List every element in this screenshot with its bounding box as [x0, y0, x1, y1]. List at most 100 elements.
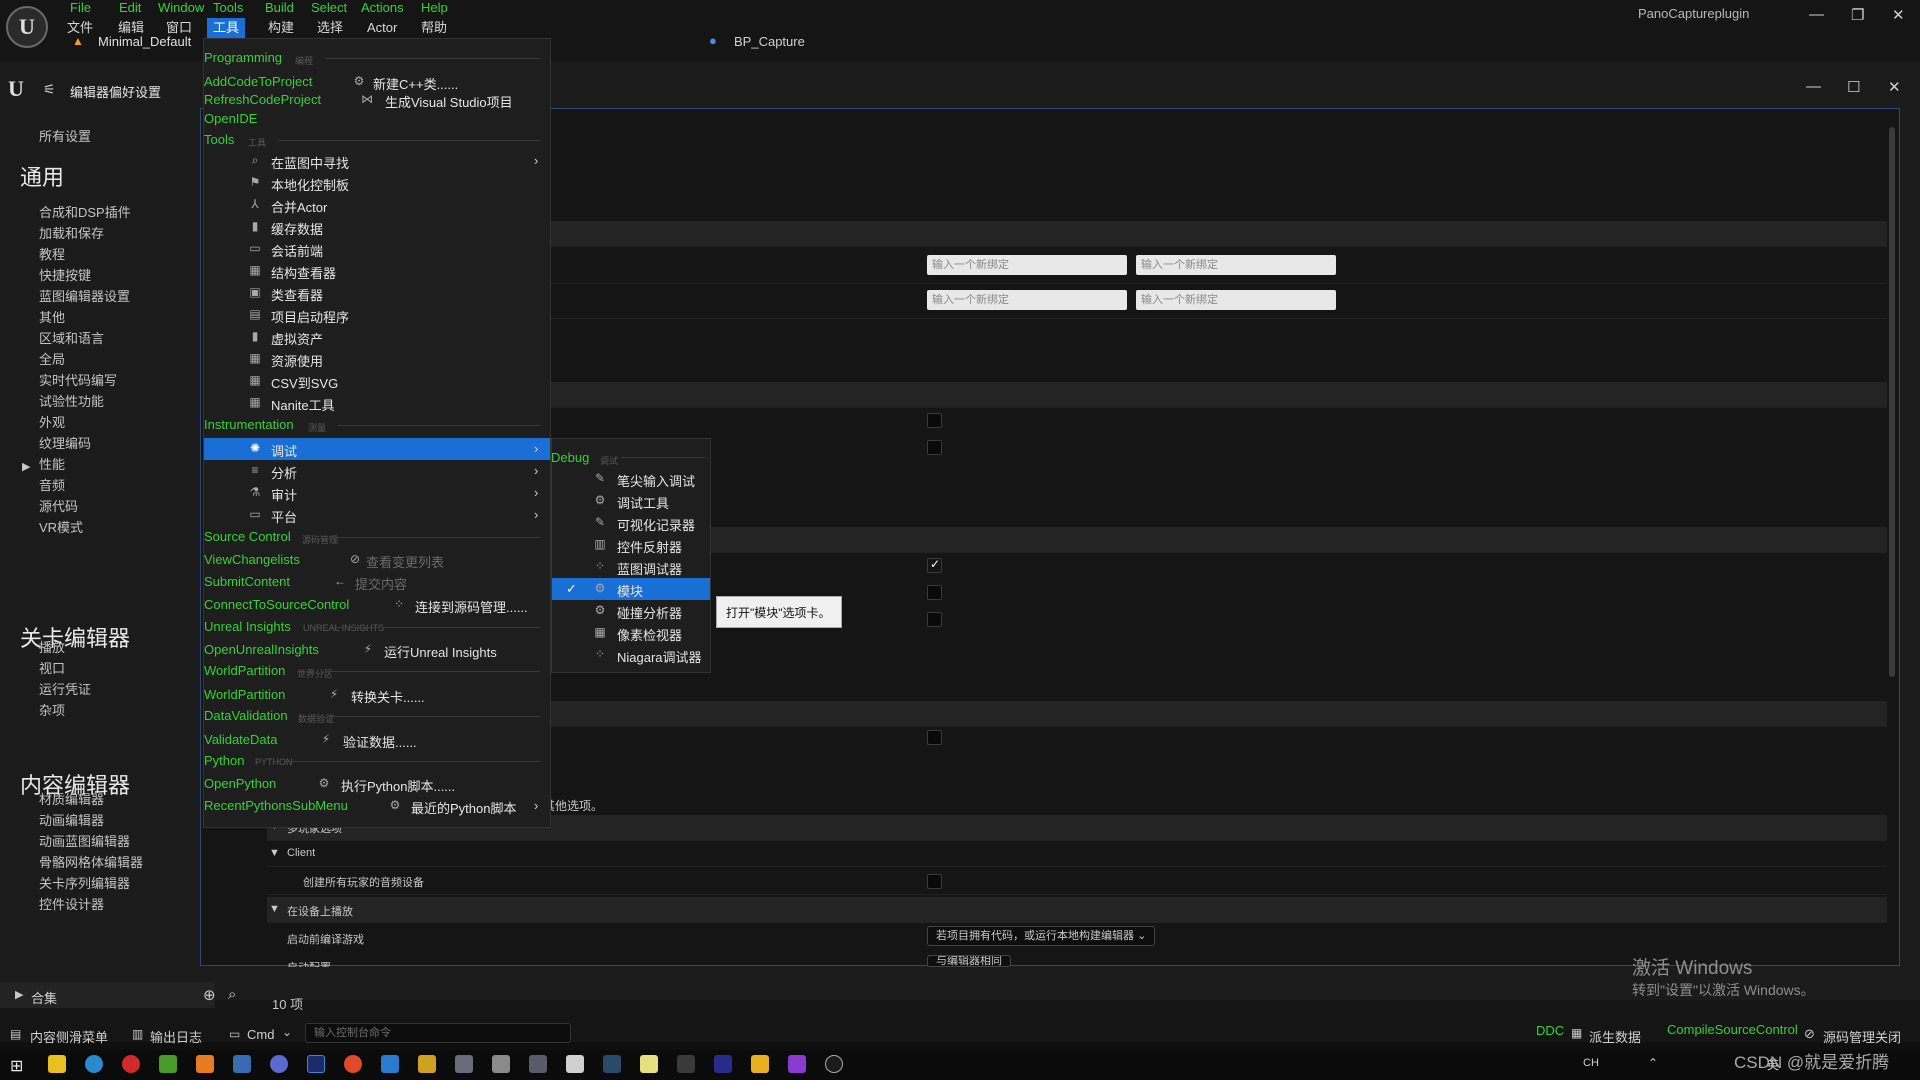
sidebar-item[interactable]: 音频	[39, 475, 65, 494]
sidebar-item[interactable]: 源代码	[39, 496, 78, 515]
binding-input-1b[interactable]: 输入一个新绑定	[1136, 255, 1336, 275]
derived-data-button[interactable]: 派生数据	[1589, 1027, 1641, 1046]
sidebar-item[interactable]: 快捷按键	[39, 265, 91, 284]
app-icon[interactable]	[233, 1055, 251, 1073]
app-icon[interactable]	[122, 1055, 140, 1073]
launch-config-dropdown[interactable]: 与编辑器相同	[927, 955, 1011, 967]
sidebar-item[interactable]: 实时代码编写	[39, 370, 117, 389]
add-collection-icon[interactable]: ⊕	[203, 986, 216, 1004]
file-explorer-icon[interactable]	[751, 1055, 769, 1073]
menu-item[interactable]: 缓存数据	[271, 219, 323, 238]
sidebar-item[interactable]: 性能	[39, 454, 65, 473]
menu-item[interactable]: 合并Actor	[271, 197, 327, 216]
debug-submenu-item[interactable]: 像素检视器	[617, 625, 682, 644]
menu-item[interactable]: 最近的Python脚本	[411, 798, 516, 817]
debug-submenu-item[interactable]: Niagara调试器	[617, 647, 702, 666]
debug-submenu-item[interactable]: 碰撞分析器	[617, 603, 682, 622]
sidebar-item[interactable]: 运行凭证	[39, 679, 91, 698]
setting-checkbox[interactable]	[927, 612, 942, 627]
binding-input-1a[interactable]: 输入一个新绑定	[927, 255, 1127, 275]
menu-item[interactable]: 类查看器	[271, 285, 323, 304]
setting-checkbox[interactable]	[927, 413, 942, 428]
sidebar-item[interactable]: 视口	[39, 658, 65, 677]
collections-label[interactable]: 合集	[31, 988, 57, 1007]
setting-checkbox[interactable]	[927, 585, 942, 600]
app-icon[interactable]	[159, 1055, 177, 1073]
prefs-maximize-button[interactable]: ☐	[1847, 78, 1860, 96]
menu-item[interactable]: 连接到源码管理......	[415, 597, 528, 616]
app-icon[interactable]	[529, 1055, 547, 1073]
setting-checkbox[interactable]	[927, 440, 942, 455]
sidebar-item[interactable]: 动画编辑器	[39, 810, 104, 829]
unreal-logo-icon[interactable]: U	[6, 6, 48, 48]
visual-studio-icon[interactable]	[788, 1055, 806, 1073]
app-icon[interactable]	[677, 1055, 695, 1073]
unreal-engine-icon[interactable]	[825, 1055, 843, 1073]
sidebar-item[interactable]: 其他	[39, 307, 65, 326]
blueprint-tab[interactable]: BP_Capture	[734, 34, 805, 49]
menu-item[interactable]: Nanite工具	[271, 395, 335, 414]
debug-submenu-item[interactable]: 笔尖输入调试	[617, 471, 695, 490]
expand-arrow-icon[interactable]: ▶	[22, 460, 30, 473]
app-icon[interactable]	[492, 1055, 510, 1073]
menu-item[interactable]: 在蓝图中寻找	[271, 153, 349, 172]
menu-item[interactable]: 执行Python脚本......	[341, 776, 455, 795]
sidebar-item-all-settings[interactable]: 所有设置	[39, 126, 91, 145]
menu-item[interactable]: 项目启动程序	[271, 307, 349, 326]
setting-checkbox-checked[interactable]	[927, 557, 942, 573]
cmd-dropdown[interactable]: Cmd	[247, 1027, 274, 1042]
sidebar-item[interactable]: 全局	[39, 349, 65, 368]
menu-item[interactable]: 运行Unreal Insights	[384, 642, 497, 661]
content-scrollbar[interactable]	[1889, 127, 1895, 677]
menu-actor[interactable]: Actor	[361, 18, 403, 38]
menu-tools[interactable]: 工具	[207, 18, 246, 38]
menu-item[interactable]: 新建C++类......	[373, 74, 458, 93]
menu-item[interactable]: 资源使用	[271, 351, 323, 370]
sidebar-item[interactable]: 合成和DSP插件	[39, 202, 131, 221]
prefs-minimize-button[interactable]: —	[1806, 78, 1821, 95]
sidebar-item[interactable]: 动画蓝图编辑器	[39, 831, 130, 850]
console-input[interactable]: 输入控制台命令	[305, 1023, 571, 1043]
sidebar-item[interactable]: 蓝图编辑器设置	[39, 286, 130, 305]
windows-start-icon[interactable]: ⊞	[10, 1056, 23, 1076]
sidebar-item[interactable]: 加载和保存	[39, 223, 104, 242]
create-audio-checkbox[interactable]	[927, 874, 942, 889]
app-icon[interactable]	[566, 1055, 584, 1073]
edge-browser-icon[interactable]	[85, 1055, 103, 1073]
menu-item[interactable]: 结构查看器	[271, 263, 336, 282]
menu-item[interactable]: 生成Visual Studio项目	[385, 92, 513, 111]
sidebar-item[interactable]: 播放	[39, 637, 65, 656]
app-icon[interactable]	[714, 1055, 732, 1073]
content-drawer-button[interactable]: 内容侧滑菜单	[30, 1027, 108, 1046]
app-icon[interactable]	[48, 1055, 66, 1073]
app-icon[interactable]	[640, 1055, 658, 1073]
app-icon[interactable]	[418, 1055, 436, 1073]
sidebar-item[interactable]: VR模式	[39, 517, 83, 536]
binding-input-2b[interactable]: 输入一个新绑定	[1136, 290, 1336, 310]
prefs-close-button[interactable]: ✕	[1888, 78, 1901, 96]
debug-submenu-item[interactable]: 可视化记录器	[617, 515, 695, 534]
sidebar-item[interactable]: 试验性功能	[39, 391, 104, 410]
source-control-status[interactable]: 源码管理关闭	[1823, 1027, 1901, 1046]
sidebar-item[interactable]: 骨骼网格体编辑器	[39, 852, 143, 871]
debug-submenu-item[interactable]: 蓝图调试器	[617, 559, 682, 578]
restore-button[interactable]: ❐	[1851, 6, 1864, 24]
sidebar-item[interactable]: 关卡序列编辑器	[39, 873, 130, 892]
output-log-button[interactable]: 输出日志	[150, 1027, 202, 1046]
sidebar-item[interactable]: 控件设计器	[39, 894, 104, 913]
expand-arrow-icon[interactable]: ▶	[15, 988, 23, 1001]
app-icon[interactable]	[381, 1055, 399, 1073]
minimize-button[interactable]: —	[1809, 6, 1824, 23]
lang-indicator[interactable]: CH	[1583, 1057, 1599, 1069]
sidebar-item[interactable]: 杂项	[39, 700, 65, 719]
menu-item[interactable]: 平台	[271, 507, 297, 526]
tray-arrow-icon[interactable]: ⌃	[1648, 1056, 1658, 1070]
menu-item[interactable]: 虚拟资产	[271, 329, 323, 348]
debug-submenu-item[interactable]: 控件反射器	[617, 537, 682, 556]
menu-item[interactable]: 转换关卡......	[351, 687, 425, 706]
discord-icon[interactable]	[270, 1055, 288, 1073]
sidebar-item[interactable]: 区域和语言	[39, 328, 104, 347]
menu-select[interactable]: 选择	[311, 18, 349, 38]
collapse-arrow-icon[interactable]: ▼	[269, 847, 280, 859]
sidebar-item[interactable]: 材质编辑器	[39, 789, 104, 808]
